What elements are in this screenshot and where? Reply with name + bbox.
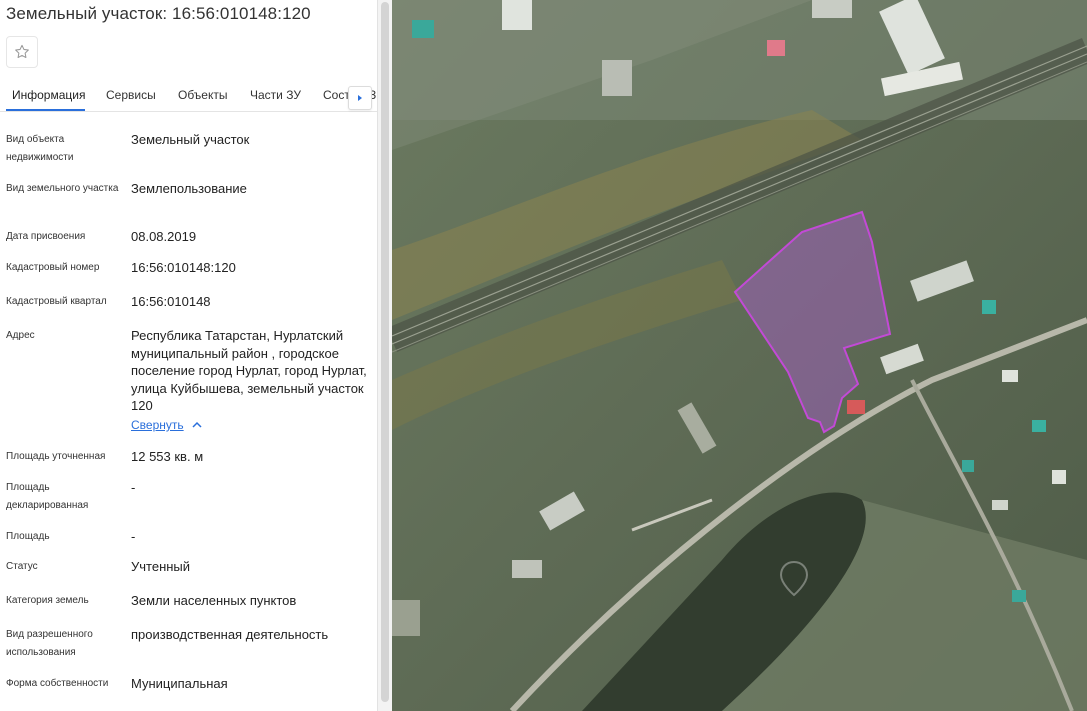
prop-label: Вид объекта недвижимости [6, 134, 74, 163]
tab-composition[interactable]: Сост [323, 88, 350, 102]
satellite-map[interactable] [392, 0, 1087, 711]
prop-value: 08.08.2019 [131, 229, 197, 244]
prop-label: Площадь декларированная [6, 482, 89, 511]
prop-value: - [131, 529, 136, 544]
building [812, 0, 852, 18]
building [512, 560, 542, 578]
building [502, 0, 532, 30]
collapse-address-link[interactable]: Свернуть [131, 418, 202, 432]
building [1052, 470, 1066, 484]
prop-label: Адрес [6, 330, 35, 341]
prop-label: Вид разрешенного использования [6, 629, 93, 658]
prop-value: 16:56:010148 [131, 294, 211, 309]
building [1002, 370, 1018, 382]
building-green-roof [1012, 590, 1026, 602]
chevron-up-icon [192, 421, 202, 428]
prop-label: Площадь уточненная [6, 451, 106, 462]
prop-value: - [131, 480, 136, 495]
tab-info[interactable]: Информация [12, 88, 85, 102]
prop-value: 16:56:010148:120 [131, 260, 236, 275]
building-green-roof [1032, 420, 1046, 432]
scrollbar-thumb[interactable] [381, 2, 389, 702]
prop-value: Землепользование [131, 181, 247, 196]
tab-parts[interactable]: Части ЗУ [250, 88, 301, 102]
prop-label: Вид земельного участка [6, 183, 119, 194]
prop-value: Учтенный [131, 559, 191, 574]
prop-value: Земли населенных пунктов [131, 593, 297, 608]
building [992, 500, 1008, 510]
chevron-right-icon [358, 95, 362, 101]
prop-label: Площадь [6, 531, 50, 542]
prop-value: Республика Татарстан, Нурлатский муницип… [131, 328, 367, 413]
page-title: Земельный участок: 16:56:010148:120 [6, 4, 311, 23]
prop-value: производственная деятельность [131, 627, 329, 642]
prop-label: Кадастровый квартал [6, 296, 107, 307]
building-red-roof [847, 400, 865, 414]
prop-label: Форма собственности [6, 678, 109, 689]
favorite-button[interactable] [6, 36, 38, 68]
prop-label: Кадастровый номер [6, 262, 100, 273]
prop-value: Земельный участок [131, 132, 250, 147]
prop-label: Дата присвоения [6, 231, 86, 242]
building [392, 600, 420, 636]
tab-objects[interactable]: Объекты [178, 88, 228, 102]
prop-value: 12 553 кв. м [131, 449, 204, 464]
map-canvas[interactable] [392, 0, 1087, 711]
building-red-roof [767, 40, 785, 56]
active-tab-indicator [6, 109, 85, 111]
collapse-link-label: Свернуть [131, 418, 184, 432]
tabs-scroll-right-button[interactable] [348, 86, 372, 110]
tab-services[interactable]: Сервисы [106, 88, 156, 102]
prop-label: Категория земель [6, 595, 89, 606]
prop-value: Муниципальная [131, 676, 228, 691]
building-green-roof [412, 20, 434, 38]
star-icon [15, 44, 29, 58]
building-green-roof [982, 300, 996, 314]
info-panel: Земельный участок: 16:56:010148:120 Инфо… [0, 0, 377, 711]
prop-label: Статус [6, 561, 38, 572]
building-green-roof [962, 460, 974, 472]
panel-scrollbar[interactable] [377, 0, 392, 711]
tab-bar: Информация Сервисы Объекты Части ЗУ Сост… [0, 80, 377, 112]
building [602, 60, 632, 96]
